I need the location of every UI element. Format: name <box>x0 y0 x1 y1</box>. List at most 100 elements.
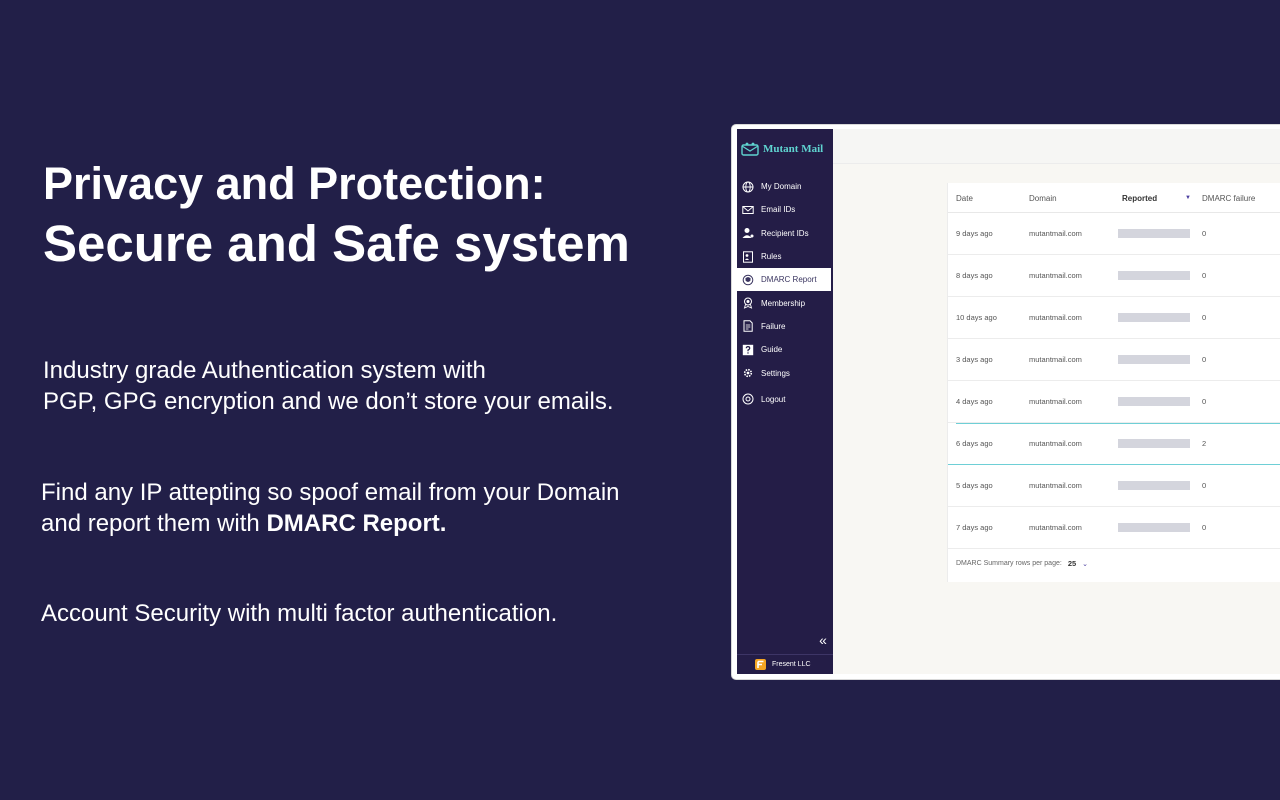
chevron-down-icon[interactable]: ⌄ <box>1082 560 1088 568</box>
cell-domain: mutantmail.com <box>1029 481 1082 490</box>
rules-icon <box>741 250 755 264</box>
sort-down-icon[interactable]: ▼ <box>1185 195 1191 201</box>
sidebar-item-failure[interactable]: Failure <box>737 315 833 338</box>
cell-failure: 0 <box>1202 523 1207 532</box>
sidebar-item-label: Settings <box>761 368 790 378</box>
globe-icon <box>741 180 755 194</box>
reported-bar <box>1118 439 1190 448</box>
sidebar-footer: Fresent LLC <box>737 654 833 674</box>
sidebar-item-settings[interactable]: Settings <box>737 361 833 384</box>
sidebar-item-label: Rules <box>761 252 782 262</box>
app-screenshot: Mutant Mail My Domain Email IDs Recipien… <box>732 125 1280 679</box>
column-header-dmarc-failure[interactable]: DMARC failure <box>1202 194 1255 203</box>
reported-bar <box>1118 355 1190 364</box>
sidebar-item-label: Logout <box>761 394 786 404</box>
cell-date: 5 days ago <box>956 481 993 490</box>
sidebar: Mutant Mail My Domain Email IDs Recipien… <box>737 129 833 674</box>
cell-domain: mutantmail.com <box>1029 271 1082 280</box>
headline-line-1: Privacy and Protection: <box>43 158 546 209</box>
sidebar-item-email-ids[interactable]: Email IDs <box>737 198 833 221</box>
sidebar-nav: My Domain Email IDs Recipient IDs Rules <box>737 175 833 411</box>
sidebar-item-membership[interactable]: Membership <box>737 291 833 314</box>
auth-paragraph: Industry grade Authentication system wit… <box>43 355 614 417</box>
fresent-logo-icon <box>755 659 766 670</box>
cell-domain: mutantmail.com <box>1029 397 1082 406</box>
cell-failure: 0 <box>1202 313 1207 322</box>
reported-bar <box>1118 271 1190 280</box>
cell-date: 9 days ago <box>956 229 993 238</box>
cell-domain: mutantmail.com <box>1029 523 1082 532</box>
sidebar-item-label: My Domain <box>761 182 802 192</box>
table-header: Date Domain Reported ▼ DMARC failure <box>948 183 1280 213</box>
sidebar-item-rules[interactable]: Rules <box>737 245 833 268</box>
cell-domain: mutantmail.com <box>1029 355 1082 364</box>
table-row[interactable]: 7 days ago mutantmail.com 0 <box>948 507 1280 549</box>
footer-company: Fresent LLC <box>772 661 811 668</box>
auth-line-2: PGP, GPG encryption and we don’t store y… <box>43 388 614 415</box>
badge-icon <box>741 296 755 310</box>
dmarc-line-2: and report them with DMARC Report. <box>41 508 620 539</box>
column-header-reported[interactable]: Reported <box>1122 194 1157 203</box>
cell-failure: 0 <box>1202 271 1207 280</box>
sidebar-item-logout[interactable]: Logout <box>737 388 833 411</box>
headline: Privacy and Protection: Secure and Safe … <box>43 156 630 276</box>
table-row[interactable]: 8 days ago mutantmail.com 0 <box>948 255 1280 297</box>
sidebar-item-label: Guide <box>761 345 783 355</box>
cell-date: 8 days ago <box>956 271 993 280</box>
table-row-highlighted[interactable]: 6 days ago mutantmail.com 2 <box>948 423 1280 465</box>
sidebar-item-dmarc-report[interactable]: DMARC Report <box>737 268 831 292</box>
sidebar-item-guide[interactable]: Guide <box>737 338 833 361</box>
column-header-date[interactable]: Date <box>956 194 973 203</box>
dmarc-line-1: Find any IP attepting so spoof email fro… <box>41 479 620 506</box>
gear-icon <box>741 366 755 380</box>
shield-icon <box>741 273 755 287</box>
power-icon <box>741 392 755 406</box>
rows-per-page-label: DMARC Summary rows per page: <box>956 560 1062 567</box>
rows-per-page-select[interactable]: 25 <box>1068 559 1076 568</box>
cell-date: 4 days ago <box>956 397 993 406</box>
column-header-domain[interactable]: Domain <box>1029 194 1057 203</box>
mfa-paragraph: Account Security with multi factor authe… <box>41 600 558 627</box>
cell-date: 6 days ago <box>956 439 993 448</box>
sidebar-item-label: DMARC Report <box>761 275 817 285</box>
sidebar-item-recipient-ids[interactable]: Recipient IDs <box>737 222 833 245</box>
cell-failure: 0 <box>1202 481 1207 490</box>
cell-date: 3 days ago <box>956 355 993 364</box>
cell-date: 10 days ago <box>956 313 997 322</box>
row-highlight-line <box>956 423 1280 424</box>
question-icon <box>741 343 755 357</box>
reported-bar <box>1118 229 1190 238</box>
cell-failure: 2 <box>1202 439 1207 448</box>
mutant-mail-logo-icon <box>741 142 759 156</box>
brand-name: Mutant Mail <box>763 143 824 155</box>
brand: Mutant Mail <box>741 139 823 159</box>
collapse-sidebar-button[interactable]: « <box>817 633 829 647</box>
table-row[interactable]: 9 days ago mutantmail.com 0 <box>948 213 1280 255</box>
pagination: DMARC Summary rows per page: 25 ⌄ <box>956 559 1088 568</box>
sidebar-item-label: Membership <box>761 298 806 308</box>
sidebar-item-my-domain[interactable]: My Domain <box>737 175 833 198</box>
reported-bar <box>1118 397 1190 406</box>
sidebar-item-label: Email IDs <box>761 205 796 215</box>
cell-date: 7 days ago <box>956 523 993 532</box>
table-row[interactable]: 10 days ago mutantmail.com 0 <box>948 297 1280 339</box>
headline-line-2: Secure and Safe system <box>43 215 630 272</box>
main-content: Date Domain Reported ▼ DMARC failure 9 d… <box>833 129 1280 674</box>
document-icon <box>741 319 755 333</box>
cell-failure: 0 <box>1202 397 1207 406</box>
dmarc-report-emphasis: DMARC Report. <box>266 510 447 537</box>
dmarc-paragraph: Find any IP attepting so spoof email fro… <box>41 477 620 539</box>
table-row[interactable]: 3 days ago mutantmail.com 0 <box>948 339 1280 381</box>
cell-failure: 0 <box>1202 229 1207 238</box>
sidebar-item-label: Recipient IDs <box>761 228 809 238</box>
user-icon <box>741 226 755 240</box>
reported-bar <box>1118 313 1190 322</box>
table-row[interactable]: 5 days ago mutantmail.com 0 <box>948 465 1280 507</box>
cell-domain: mutantmail.com <box>1029 229 1082 238</box>
reported-bar <box>1118 523 1190 532</box>
table-row[interactable]: 4 days ago mutantmail.com 0 <box>948 381 1280 423</box>
reported-bar <box>1118 481 1190 490</box>
dmarc-line-2-prefix: and report them with <box>41 510 267 537</box>
top-bar <box>833 129 1280 164</box>
cell-domain: mutantmail.com <box>1029 313 1082 322</box>
